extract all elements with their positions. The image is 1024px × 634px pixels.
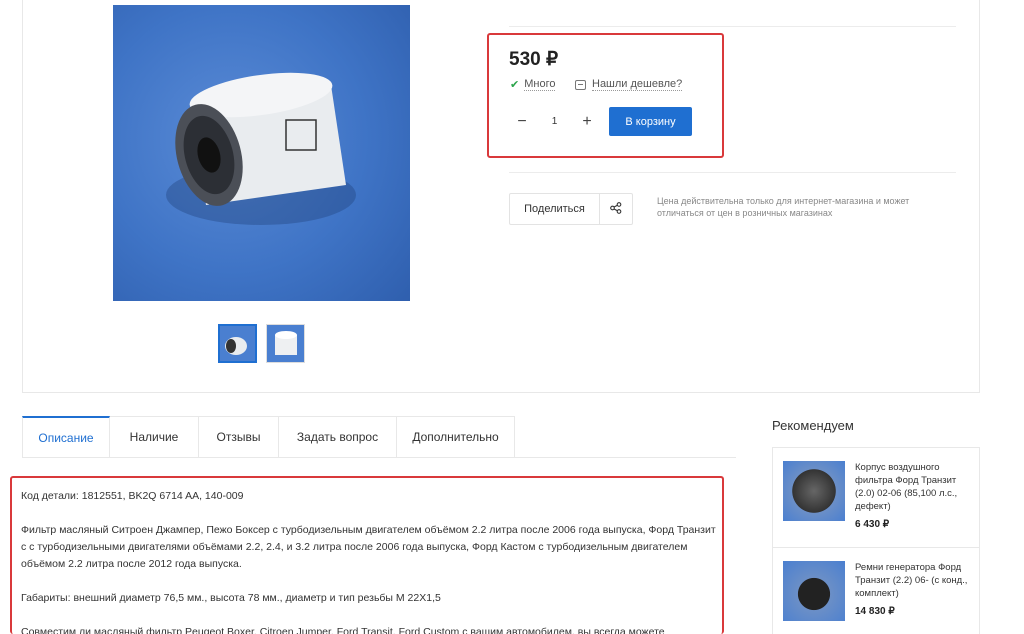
recommend-list: Корпус воздушного фильтра Форд Транзит (… xyxy=(772,447,980,634)
share-icon[interactable] xyxy=(600,201,632,217)
quantity-stepper: − 1 + xyxy=(509,107,600,136)
recommend-item[interactable]: Ремни генератора Форд Транзит (2.2) 06- … xyxy=(773,548,979,634)
tab-additional[interactable]: Дополнительно xyxy=(397,416,515,458)
tabs-baseline xyxy=(22,457,736,458)
recommend-item-price: 14 830 ₽ xyxy=(855,606,895,617)
product-tabs: Описание Наличие Отзывы Задать вопрос До… xyxy=(22,416,515,458)
tab-ask-question[interactable]: Задать вопрос xyxy=(279,416,397,458)
found-cheaper-link[interactable]: Нашли дешевле? xyxy=(575,78,683,91)
recommend-item-name[interactable]: Ремни генератора Форд Транзит (2.2) 06- … xyxy=(855,561,969,600)
check-icon: ✔ xyxy=(510,79,520,91)
price-note: Цена действительна только для интернет-м… xyxy=(657,196,910,218)
divider xyxy=(509,172,956,173)
part-codes: Код детали: 1812551, BK2Q 6714 AA, 140-0… xyxy=(21,490,244,502)
share-label[interactable]: Поделиться xyxy=(510,194,600,224)
stock-label[interactable]: Много xyxy=(524,78,556,91)
share-button[interactable]: Поделиться xyxy=(509,193,633,225)
found-cheaper-label[interactable]: Нашли дешевле? xyxy=(592,78,683,91)
quantity-value[interactable]: 1 xyxy=(552,116,558,127)
tab-reviews[interactable]: Отзывы xyxy=(199,416,279,458)
recommend-title: Рекомендуем xyxy=(772,418,854,433)
product-price: 530 ₽ xyxy=(509,49,559,70)
thumbnail-1[interactable] xyxy=(218,324,257,363)
recommend-item-image[interactable] xyxy=(783,461,845,521)
tab-description[interactable]: Описание xyxy=(22,416,110,458)
recommend-item-image[interactable] xyxy=(783,561,845,621)
thumbnail-2[interactable] xyxy=(266,324,305,363)
tab-availability[interactable]: Наличие xyxy=(110,416,199,458)
dimensions: Габариты: внешний диаметр 76,5 мм., высо… xyxy=(21,592,441,604)
minus-button[interactable]: − xyxy=(509,113,535,131)
description-text: Код детали: 1812551, BK2Q 6714 AA, 140-0… xyxy=(21,488,721,634)
thumbnail-strip xyxy=(218,324,305,363)
oil-filter-image xyxy=(166,72,356,225)
divider xyxy=(509,26,956,27)
plus-button[interactable]: + xyxy=(574,113,600,131)
recommend-item[interactable]: Корпус воздушного фильтра Форд Транзит (… xyxy=(773,448,979,548)
price-tag-icon xyxy=(575,79,586,90)
description-paragraph: Фильтр масляный Ситроен Джампер, Пежо Бо… xyxy=(21,524,716,570)
compatibility-text: Совместим ли масляный фильтр Peugeot Box… xyxy=(21,626,665,634)
stock-status: ✔ Много xyxy=(510,78,556,91)
product-main-photo[interactable] xyxy=(113,5,410,301)
recommend-item-price: 6 430 ₽ xyxy=(855,519,890,530)
add-to-cart-button[interactable]: В корзину xyxy=(609,107,692,136)
recommend-item-name[interactable]: Корпус воздушного фильтра Форд Транзит (… xyxy=(855,461,969,513)
